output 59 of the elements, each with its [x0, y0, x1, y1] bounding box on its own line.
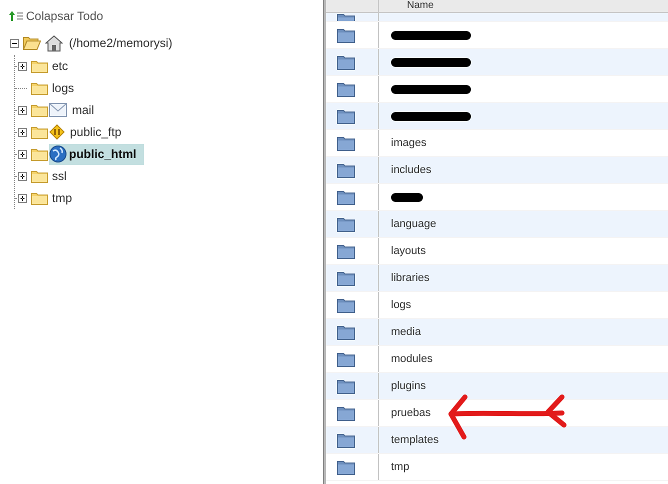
tree-item[interactable]: etc	[52, 57, 68, 75]
expand-icon[interactable]	[18, 150, 27, 158]
folder-icon	[31, 81, 48, 95]
file-name[interactable]: templates	[391, 432, 439, 448]
tree-item[interactable]: ssl	[52, 167, 67, 185]
tree-item[interactable]: logs	[52, 79, 74, 97]
folder-icon	[337, 324, 355, 340]
globe-icon	[49, 145, 67, 163]
folder-icon	[337, 108, 355, 124]
open-folder-icon	[23, 36, 41, 50]
folder-icon	[31, 59, 48, 73]
folder-icon	[337, 54, 355, 70]
expand-icon[interactable]	[18, 62, 27, 70]
redaction-mark	[391, 192, 423, 202]
house-icon	[45, 34, 63, 52]
collapse-all-link[interactable]: Colapsar Todo	[26, 7, 104, 25]
folder-icon	[337, 244, 355, 258]
folder-icon	[337, 190, 355, 204]
folder-icon	[31, 125, 48, 139]
file-name[interactable]: tmp	[391, 458, 410, 476]
collapse-all-icon[interactable]	[9, 10, 23, 22]
file-name[interactable]: includes	[391, 162, 432, 178]
file-name[interactable]: modules	[391, 350, 433, 368]
expand-icon[interactable]	[18, 128, 27, 136]
expand-icon[interactable]	[18, 194, 27, 202]
tree-item[interactable]: mail	[72, 101, 94, 119]
folder-icon	[337, 378, 355, 394]
tree-root-label[interactable]: (/home2/memorysi)	[69, 34, 172, 52]
file-name[interactable]: logs	[391, 296, 412, 314]
folder-icon	[337, 460, 355, 474]
file-name[interactable]: layouts	[391, 242, 426, 260]
warning-diamond-icon	[49, 124, 65, 140]
folder-icon	[337, 216, 355, 232]
folder-icon	[337, 298, 355, 312]
folder-icon	[337, 136, 355, 150]
file-name[interactable]: media	[391, 324, 421, 340]
collapse-icon[interactable]	[10, 38, 19, 48]
file-name[interactable]: libraries	[391, 270, 430, 286]
folder-icon	[337, 162, 355, 178]
envelope-icon	[49, 103, 67, 117]
tree-item[interactable]: tmp	[52, 189, 72, 207]
expand-icon[interactable]	[18, 106, 27, 114]
folder-icon	[31, 103, 48, 117]
folder-icon	[31, 191, 48, 205]
column-header[interactable]: Name	[407, 0, 434, 12]
folder-icon	[337, 270, 355, 286]
file-name[interactable]: images	[391, 134, 426, 152]
file-name[interactable]: language	[391, 216, 436, 232]
folder-icon	[31, 169, 48, 183]
folder-icon	[337, 406, 355, 420]
folder-icon	[337, 82, 355, 96]
folder-icon	[31, 147, 48, 161]
tree-item[interactable]: public_ftp	[70, 123, 122, 141]
file-name[interactable]: plugins	[391, 378, 426, 394]
folder-icon	[337, 28, 355, 42]
folder-icon	[337, 432, 355, 448]
folder-icon	[337, 352, 355, 366]
file-name[interactable]: pruebas	[391, 404, 431, 422]
expand-icon[interactable]	[18, 172, 27, 180]
